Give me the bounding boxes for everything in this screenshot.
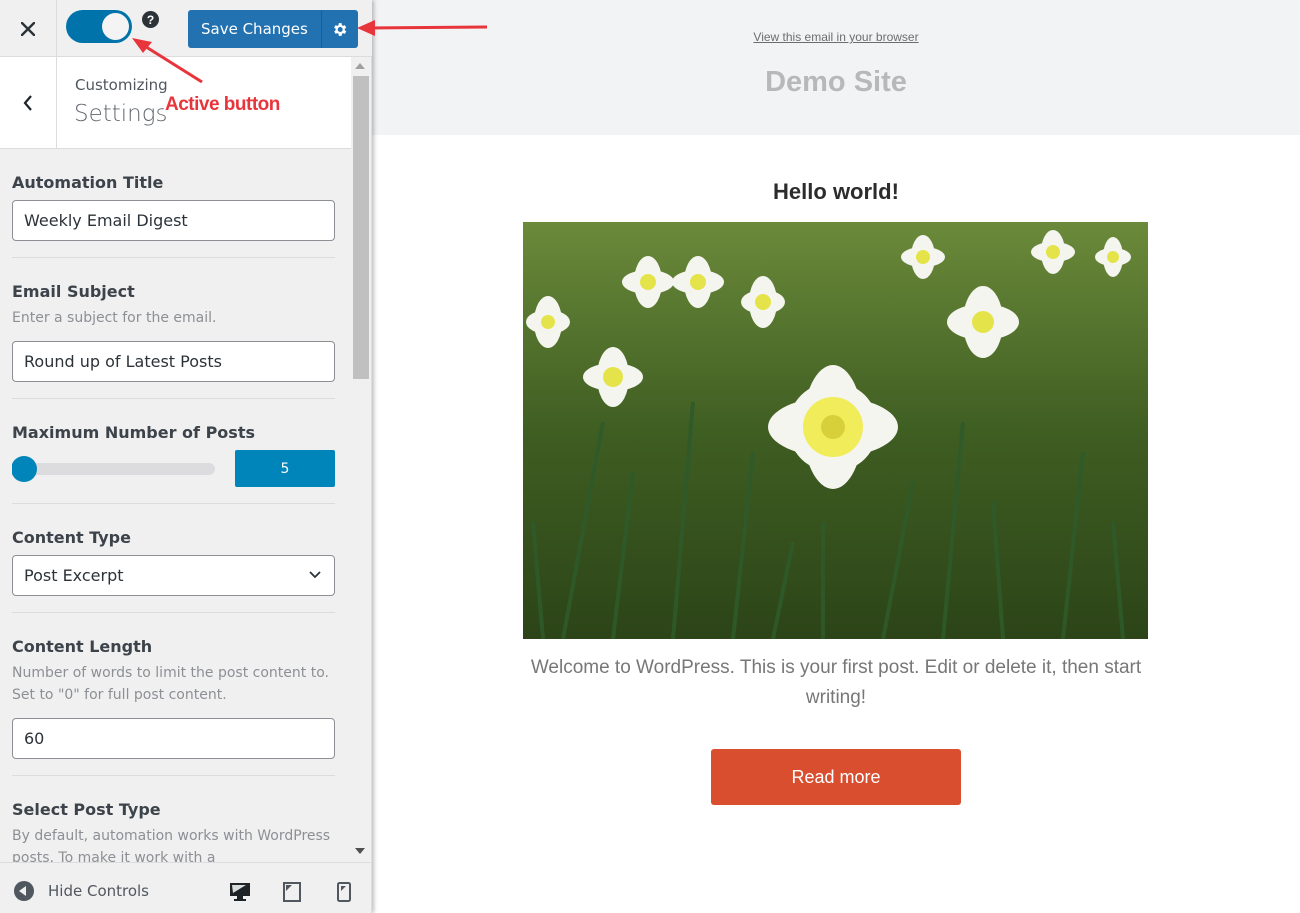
email-subject-description: Enter a subject for the email. [12,310,217,326]
max-posts-value[interactable]: 5 [235,450,335,487]
email-preview: View this email in your browser Demo Sit… [372,0,1300,913]
tablet-icon [283,882,301,902]
chevron-down-icon [309,571,321,579]
slider-thumb[interactable] [12,455,37,482]
control-content-length: Content Length Number of words to limit … [12,613,335,776]
preview-tablet-button[interactable] [283,882,301,906]
email-subject-input[interactable] [12,341,335,382]
max-posts-slider[interactable] [12,455,215,482]
desktop-icon [230,883,250,901]
post-type-label: Select Post Type [12,800,161,819]
customizer-footer: Hide Controls [0,862,371,913]
email-subject-label: Email Subject [12,282,135,301]
active-toggle[interactable] [66,10,132,43]
daffodils-image [523,222,1148,639]
control-automation-title: Automation Title [12,149,335,258]
customizer-topbar: ? Save Changes [0,0,372,57]
max-posts-label: Maximum Number of Posts [12,423,255,442]
gear-icon [334,22,347,36]
automation-title-input[interactable] [12,200,335,241]
mobile-icon [337,882,351,902]
content-type-selected: Post Excerpt [24,566,124,585]
hide-controls-button[interactable]: Hide Controls [14,881,149,901]
sidebar-scrollbar[interactable] [351,57,371,862]
preview-desktop-button[interactable] [229,882,251,906]
section-title: Settings [74,101,168,127]
chevron-left-icon [23,95,32,111]
scrollbar-thumb[interactable] [353,76,369,379]
publish-settings-button[interactable] [320,10,358,48]
save-changes-button[interactable]: Save Changes [188,10,321,48]
read-more-button[interactable]: Read more [711,749,961,805]
customizing-label: Customizing [75,76,168,94]
section-header: Customizing Settings [0,57,351,149]
controls-list: Automation Title Email Subject Enter a s… [12,149,335,862]
post-image [523,222,1148,639]
save-button-group: Save Changes [188,10,358,48]
control-max-posts: Maximum Number of Posts 5 [12,399,335,504]
content-type-label: Content Type [12,528,131,547]
site-name: Demo Site [765,66,907,98]
close-icon [21,21,35,36]
view-in-browser-link[interactable]: View this email in your browser [372,30,1300,44]
control-post-type: Select Post Type By default, automation … [12,776,335,862]
back-button[interactable] [0,57,57,149]
content-length-input[interactable] [12,718,335,759]
help-icon[interactable]: ? [142,11,159,28]
customizer-sidebar: ? Save Changes Customizing Settings Auto… [0,0,372,913]
scroll-down-arrow-icon[interactable] [355,848,365,854]
automation-title-label: Automation Title [12,173,164,192]
customizer-app: ? Save Changes Customizing Settings Auto… [0,0,1300,913]
content-length-description: Number of words to limit the post conten… [12,665,329,703]
toggle-knob [102,13,129,40]
email-header: View this email in your browser Demo Sit… [372,0,1300,135]
post-excerpt: Welcome to WordPress. This is your first… [530,657,1142,708]
post-type-description: By default, automation works with WordPr… [12,828,331,862]
max-posts-range-row: 5 [12,450,335,487]
control-content-type: Content Type Post Excerpt [12,504,335,613]
preview-mobile-button[interactable] [337,882,351,906]
close-button[interactable] [0,0,57,57]
hide-controls-label: Hide Controls [48,882,150,900]
scroll-up-arrow-icon[interactable] [355,63,365,69]
collapse-arrow-icon [14,881,34,901]
post-title: Hello world! [773,179,899,204]
content-length-label: Content Length [12,637,153,656]
content-type-select[interactable]: Post Excerpt [12,555,335,596]
control-email-subject: Email Subject Enter a subject for the em… [12,258,335,399]
